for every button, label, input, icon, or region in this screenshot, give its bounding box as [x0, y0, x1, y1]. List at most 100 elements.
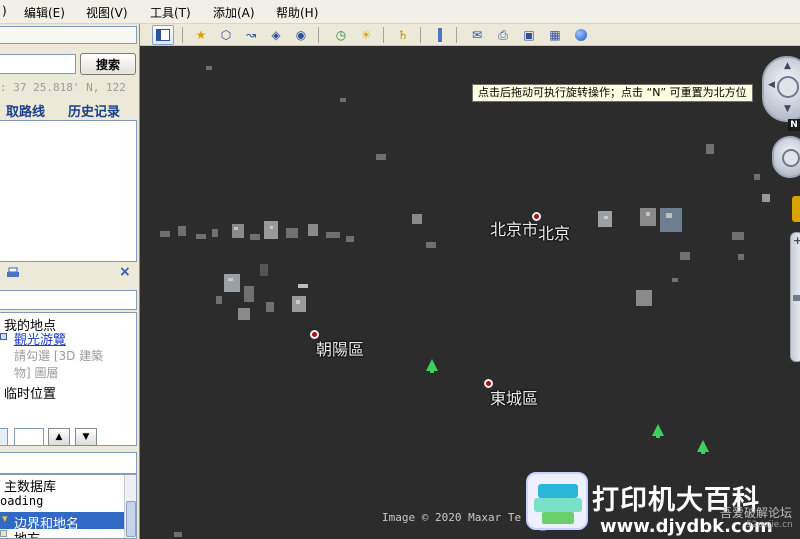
polygon-button[interactable]: ⬡: [215, 25, 237, 45]
move-joystick[interactable]: [782, 149, 800, 167]
placemark-button[interactable]: ★: [190, 25, 212, 45]
places-toolbar-strip: [0, 290, 137, 310]
loading-text: oading: [0, 494, 44, 508]
map-toolbar: ★ ⬡ ↝ ◈ ◉ ◷ ☀ ♄ ✉ ⎙ ▣ ▦: [140, 24, 800, 46]
layers-scrollbar[interactable]: [124, 475, 136, 538]
hint-line-2: 物] 圖層: [14, 366, 59, 380]
layers-panel: 主数据库 oading ▾ 边界和地名 地方: [0, 474, 137, 539]
sidebar: 搜索 : 37 25.818' N, 122 取路线 历史记录 × 我的地点 觀…: [0, 24, 140, 539]
toolbar-separator: [182, 27, 183, 43]
layer-next-item[interactable]: 地方: [14, 528, 40, 538]
folder-icon: ▾: [2, 512, 8, 525]
menu-tools[interactable]: 工具(T): [150, 4, 191, 21]
toolbar-separator: [420, 27, 421, 43]
north-reset-button[interactable]: N: [788, 119, 800, 131]
forum-watermark: 吾爱破解论坛: [720, 506, 793, 520]
tab-history[interactable]: 历史记录: [68, 101, 120, 120]
street-view-pegman-icon[interactable]: [792, 196, 800, 222]
move-down-button[interactable]: ▼: [75, 428, 97, 446]
arrow-down-icon: ▼: [784, 104, 791, 114]
places-panel: 我的地点 觀光游覽 請勾選 [3D 建築 物] 圖層 临时位置: [0, 312, 137, 446]
save-image-icon: ▣: [523, 28, 535, 42]
tree-icon: [652, 424, 664, 438]
tour-link[interactable]: 觀光游覽: [14, 329, 66, 348]
view-in-maps-button[interactable]: ▦: [544, 25, 566, 45]
checkbox[interactable]: [0, 333, 7, 340]
menu-view[interactable]: 视图(V): [86, 4, 128, 21]
email-button[interactable]: ✉: [466, 25, 488, 45]
coordinates-readout: : 37 25.818' N, 122: [0, 81, 126, 94]
layer-borders-row[interactable]: ▾ 边界和地名: [0, 512, 124, 532]
polygon-icon: ⬡: [220, 28, 232, 42]
search-results-panel: [0, 120, 137, 262]
map-view[interactable]: 北京市 北京 朝陽區 東城區 点击后拖动可执行旋转操作；点击 “N” 可重置为北…: [140, 46, 800, 539]
zoom-slider[interactable]: +: [790, 232, 800, 362]
toolbar-separator: [383, 27, 384, 43]
rotate-tooltip: 点击后拖动可执行旋转操作；点击 “N” 可重置为北方位: [472, 84, 753, 102]
map-label-beijing: 北京: [538, 224, 571, 243]
image-overlay-button[interactable]: ◈: [265, 25, 287, 45]
move-up-button[interactable]: ▲: [48, 428, 70, 446]
path-button[interactable]: ↝: [240, 25, 262, 45]
path-icon: ↝: [245, 28, 257, 42]
forum-watermark-url: 52pojie.cn: [746, 520, 793, 530]
ruler-icon: [438, 28, 442, 42]
earth-icon: [575, 29, 587, 41]
email-icon: ✉: [471, 28, 483, 42]
menu-bar: ) 编辑(E) 视图(V) 工具(T) 添加(A) 帮助(H): [0, 0, 800, 24]
hint-line-1: 請勾選 [3D 建築: [14, 349, 104, 363]
sunlight-button[interactable]: ☀: [355, 25, 377, 45]
arrow-up-icon: ▲: [55, 432, 63, 442]
map-label-chaoyang: 朝陽區: [316, 340, 365, 359]
historical-imagery-icon: ◷: [335, 28, 347, 42]
toolbar-separator: [456, 27, 457, 43]
sidebar-toggle-icon: [156, 29, 170, 41]
search-button[interactable]: 搜索: [80, 53, 136, 75]
move-control[interactable]: [772, 136, 800, 178]
arrow-up-icon: ▲: [784, 61, 791, 71]
sidebar-header-strip: [0, 26, 137, 44]
look-joystick[interactable]: [777, 76, 799, 98]
record-tour-button[interactable]: ◉: [290, 25, 312, 45]
scrollbar-thumb[interactable]: [126, 501, 136, 537]
sidebar-toggle-button[interactable]: [152, 25, 174, 45]
compass-ring[interactable]: ◀ ▲ ▼: [762, 56, 800, 122]
menu-add[interactable]: 添加(A): [213, 4, 255, 21]
places-scroll-handle[interactable]: [0, 428, 8, 446]
zoom-slider-thumb[interactable]: [793, 295, 800, 301]
sunlight-icon: ☀: [360, 28, 372, 42]
print-button[interactable]: ⎙: [492, 25, 514, 45]
menu-edit[interactable]: 编辑(E): [24, 4, 65, 21]
zoom-in-icon: +: [793, 234, 800, 247]
map-imagery: [160, 66, 770, 537]
watermark-logo-icon: [526, 472, 588, 530]
save-image-button[interactable]: ▣: [518, 25, 540, 45]
imagery-attribution: Image © 2020 Maxar Te: [382, 511, 522, 524]
historical-imagery-button[interactable]: ◷: [330, 25, 352, 45]
arrow-down-icon: ▼: [82, 432, 90, 442]
places-small-input[interactable]: [14, 428, 44, 446]
placemark-icon: ★: [195, 28, 207, 42]
menu-file-fragment[interactable]: ): [2, 4, 7, 18]
view-in-maps-icon: ▦: [549, 28, 561, 42]
menu-help[interactable]: 帮助(H): [276, 4, 318, 21]
ruler-button[interactable]: [429, 25, 451, 45]
primary-database-item[interactable]: 主数据库: [4, 476, 56, 495]
tree-icon: [426, 359, 438, 373]
layer-checkbox[interactable]: [0, 530, 7, 537]
toolbar-separator: [318, 27, 319, 43]
temp-places-item[interactable]: 临时位置: [4, 383, 56, 402]
earth-button[interactable]: [570, 25, 592, 45]
map-label-beijing-city: 北京市: [490, 220, 539, 239]
close-icon[interactable]: ×: [119, 264, 131, 280]
planets-icon: ♄: [397, 28, 409, 42]
image-overlay-icon: ◈: [271, 28, 281, 42]
tree-icon: [697, 440, 709, 454]
map-label-dongcheng: 東城區: [490, 389, 539, 408]
layers-header-strip: [0, 452, 137, 474]
tab-directions[interactable]: 取路线: [6, 101, 45, 120]
print-icon[interactable]: [6, 267, 20, 279]
planets-button[interactable]: ♄: [392, 25, 414, 45]
search-input[interactable]: [0, 54, 76, 74]
print-icon: ⎙: [498, 27, 508, 42]
